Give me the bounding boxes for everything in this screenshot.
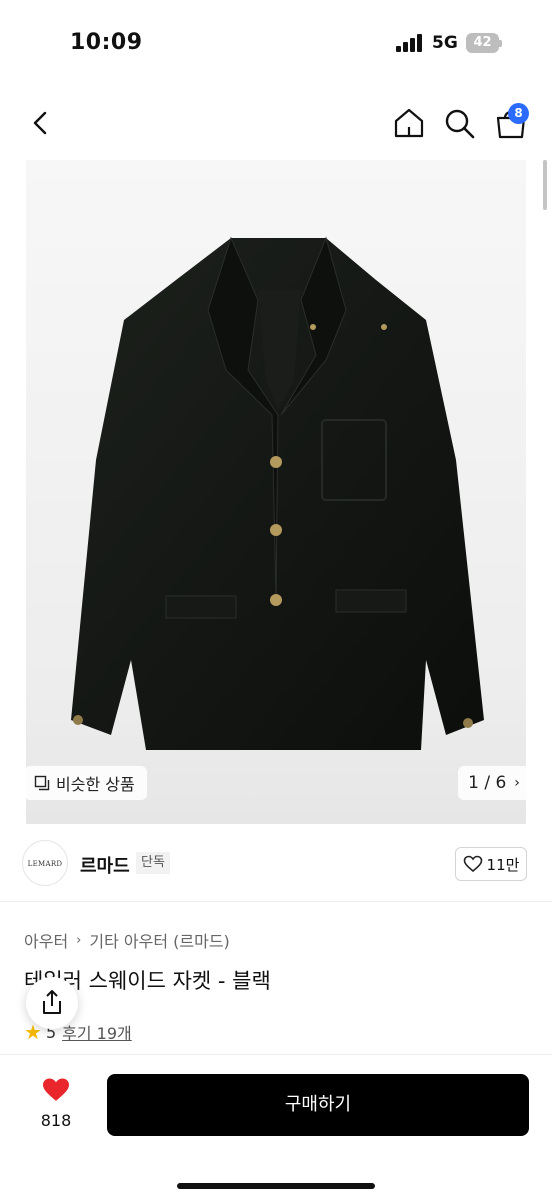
status-bar: 10:09 5G 42 [0, 0, 552, 90]
image-pager[interactable]: 1 / 6 › [458, 766, 530, 800]
brand-logo[interactable]: LEMARD [22, 840, 68, 886]
search-icon[interactable] [442, 106, 476, 140]
share-button[interactable] [26, 977, 78, 1029]
brand-like-count: 11만 [486, 855, 520, 874]
wishlist-count: 818 [40, 1111, 72, 1130]
network-label: 5G [432, 33, 458, 53]
top-nav [0, 96, 552, 152]
similar-icon [34, 775, 50, 791]
chevron-right-icon: › [514, 775, 520, 791]
status-time: 10:09 [70, 30, 143, 55]
wishlist-button[interactable]: 818 [28, 1077, 84, 1130]
home-indicator [177, 1183, 375, 1189]
battery-icon: 42 [466, 33, 502, 53]
product-image[interactable] [26, 160, 526, 824]
back-icon[interactable] [26, 108, 56, 138]
bottom-action-bar: 818 구매하기 [0, 1054, 552, 1200]
scroll-indicator[interactable] [543, 160, 547, 210]
brand-name[interactable]: 르마드 [80, 852, 130, 878]
heart-filled-icon [43, 1078, 69, 1101]
signal-icon [396, 34, 424, 52]
cart-badge: 8 [508, 103, 529, 124]
brand-like-button[interactable]: 11만 [455, 847, 527, 881]
brand-row: LEMARD 르마드 단독 11만 [0, 826, 552, 902]
jacket-illustration [71, 236, 484, 750]
share-icon [43, 990, 61, 1014]
similar-products-button[interactable]: 비슷한 상품 [24, 766, 147, 800]
home-icon[interactable] [392, 106, 426, 140]
battery-level: 42 [466, 33, 499, 53]
exclusive-badge: 단독 [136, 852, 170, 874]
similar-products-label: 비슷한 상품 [56, 775, 135, 794]
breadcrumb: 아우터 › 기타 아우터 (르마드) [24, 928, 230, 952]
chevron-right-icon: › [76, 932, 82, 948]
heart-outline-icon [463, 855, 482, 873]
pager-text: 1 / 6 [468, 773, 507, 793]
buy-button[interactable]: 구매하기 [107, 1074, 529, 1136]
category-level2[interactable]: 기타 아우터 (르마드) [89, 928, 229, 952]
category-level1[interactable]: 아우터 [24, 928, 68, 952]
